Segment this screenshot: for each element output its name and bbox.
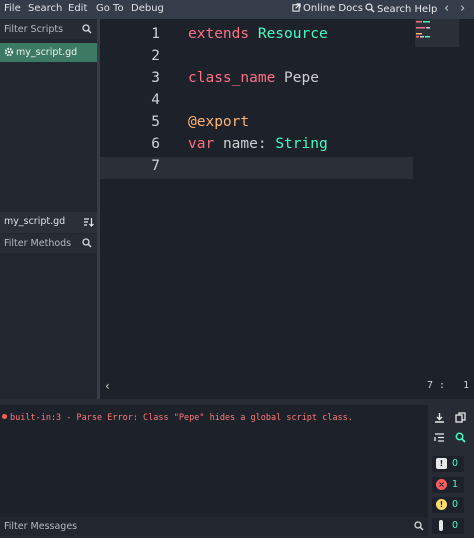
menu-goto[interactable]: Go To <box>96 3 124 14</box>
search-help-label: Search Help <box>377 4 438 15</box>
editor-status-bar: ‹ 7 : 1 <box>100 376 474 398</box>
line-number: 4 <box>151 92 160 108</box>
line-number: 6 <box>151 136 160 152</box>
error-dot-icon <box>2 414 7 419</box>
variable-name: name: <box>222 136 267 152</box>
back-arrow-icon[interactable]: ‹ <box>444 1 449 16</box>
copy-icon[interactable] <box>455 412 466 423</box>
search-icon <box>82 24 92 34</box>
toggle-error-messages-button[interactable]: × 1 <box>432 477 464 493</box>
line-number: 5 <box>151 114 160 130</box>
gear-icon <box>4 47 14 57</box>
toggle-panel-arrow-icon[interactable]: ‹ <box>105 379 110 393</box>
code-line-3: class_name Pepe <box>188 70 319 86</box>
warnings-count: 0 <box>451 499 458 510</box>
error-text: built-in:3 - Parse Error: Class "Pepe" h… <box>10 413 353 423</box>
filter-scripts-input[interactable]: Filter Scripts <box>0 20 97 39</box>
external-link-icon <box>292 3 301 12</box>
message-icon <box>439 520 443 531</box>
filter-messages-input[interactable]: Filter Messages <box>0 517 428 536</box>
current-script-row: my_script.gd <box>0 212 97 233</box>
online-docs-button[interactable]: Online Docs <box>292 3 363 14</box>
filter-methods-input[interactable]: Filter Methods <box>0 234 97 253</box>
error-filter-icon: ! <box>436 458 447 469</box>
messages-count: 0 <box>451 520 458 531</box>
search-icon <box>414 521 424 531</box>
vertical-scrollbar[interactable] <box>469 19 474 379</box>
filter-methods-placeholder: Filter Methods <box>4 238 72 249</box>
line-number: 7 <box>151 158 160 174</box>
line-number: 1 <box>151 26 160 42</box>
error-messages-count: 1 <box>451 479 458 490</box>
help-search-icon <box>365 3 375 13</box>
cursor-position: 7 : 1 <box>427 380 470 391</box>
scripts-panel <box>0 19 97 399</box>
sort-icon[interactable] <box>83 217 94 228</box>
keyword-extends: extends <box>188 26 250 42</box>
warning-icon: ! <box>436 499 447 510</box>
menu-debug[interactable]: Debug <box>131 3 164 14</box>
filter-messages-placeholder: Filter Messages <box>4 521 78 532</box>
toggle-messages-button[interactable]: 0 <box>432 518 464 534</box>
class-name-value: Pepe <box>284 70 319 86</box>
menu-bar: File Search Edit Go To Debug Online Docs… <box>0 0 474 19</box>
script-list-item[interactable]: my_script.gd <box>0 43 97 62</box>
filter-scripts-placeholder: Filter Scripts <box>4 24 64 35</box>
type-string: String <box>275 136 328 152</box>
online-docs-label: Online Docs <box>303 3 363 14</box>
search-output-icon[interactable] <box>455 432 466 443</box>
current-script-name: my_script.gd <box>4 216 66 227</box>
line-number: 2 <box>151 48 160 64</box>
code-minimap[interactable] <box>415 19 459 47</box>
menu-search[interactable]: Search <box>28 3 62 14</box>
type-resource: Resource <box>257 26 328 42</box>
toggle-warnings-button[interactable]: ! 0 <box>432 497 464 513</box>
menu-file[interactable]: File <box>4 3 21 14</box>
error-circle-icon: × <box>436 479 447 490</box>
clear-output-icon[interactable] <box>434 412 445 423</box>
forward-arrow-icon[interactable]: › <box>460 1 465 16</box>
search-icon <box>82 238 92 248</box>
keyword-class-name: class_name <box>188 70 276 86</box>
code-line-5: @export <box>188 114 249 130</box>
collapse-icon[interactable] <box>434 432 445 443</box>
menu-edit[interactable]: Edit <box>68 3 87 14</box>
code-line-6: var name: String <box>188 136 328 152</box>
error-message: built-in:3 - Parse Error: Class "Pepe" h… <box>2 413 353 423</box>
script-item-label: my_script.gd <box>16 47 78 58</box>
errors-count: 0 <box>451 458 458 469</box>
search-help-button[interactable]: Search Help <box>365 3 437 15</box>
annotation-export: @export <box>188 114 250 130</box>
code-line-1: extends Resource <box>188 26 328 42</box>
toggle-errors-button[interactable]: ! 0 <box>432 456 464 472</box>
keyword-var: var <box>188 136 215 152</box>
line-number: 3 <box>151 70 160 86</box>
